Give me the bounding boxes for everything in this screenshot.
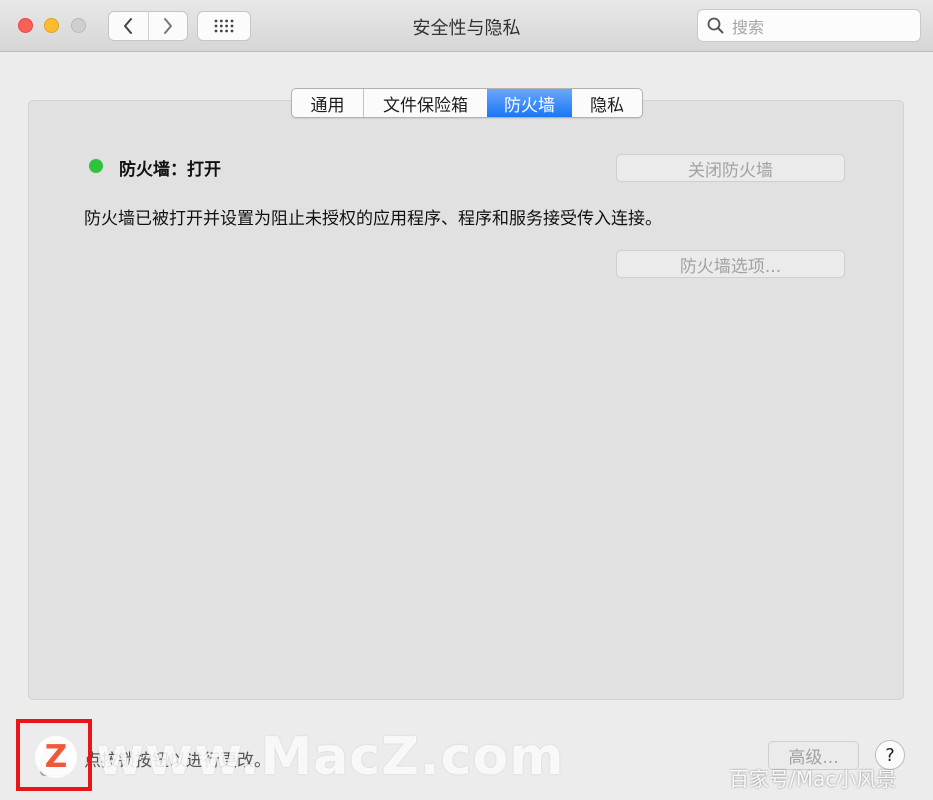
firewall-status-label: 防火墙：打开 xyxy=(119,160,221,180)
watermark-main: www.MacZ.com xyxy=(96,727,565,787)
search-placeholder: 搜索 xyxy=(732,17,765,37)
search-field[interactable]: 搜索 xyxy=(697,9,921,42)
watermark-source: 百家号/Mac小风景 xyxy=(729,767,897,791)
search-icon xyxy=(707,17,724,34)
tab-firewall[interactable]: 防火墙 xyxy=(487,89,572,117)
tab-bar: 通用 文件保险箱 防火墙 隐私 xyxy=(291,88,643,118)
firewall-status-indicator xyxy=(89,159,103,173)
tab-general[interactable]: 通用 xyxy=(292,89,363,117)
firewall-description: 防火墙已被打开并设置为阻止未授权的应用程序、程序和服务接受传入连接。 xyxy=(84,209,662,229)
turn-off-firewall-button[interactable]: 关闭防火墙 xyxy=(616,154,845,182)
watermark-logo-letter: Z xyxy=(44,738,68,775)
tab-filevault[interactable]: 文件保险箱 xyxy=(363,89,487,117)
title-bar: 安全性与隐私 搜索 xyxy=(0,0,933,52)
content-panel xyxy=(28,100,904,700)
firewall-options-button[interactable]: 防火墙选项... xyxy=(616,250,845,278)
tab-privacy[interactable]: 隐私 xyxy=(572,89,642,117)
watermark-logo: Z xyxy=(35,736,77,778)
